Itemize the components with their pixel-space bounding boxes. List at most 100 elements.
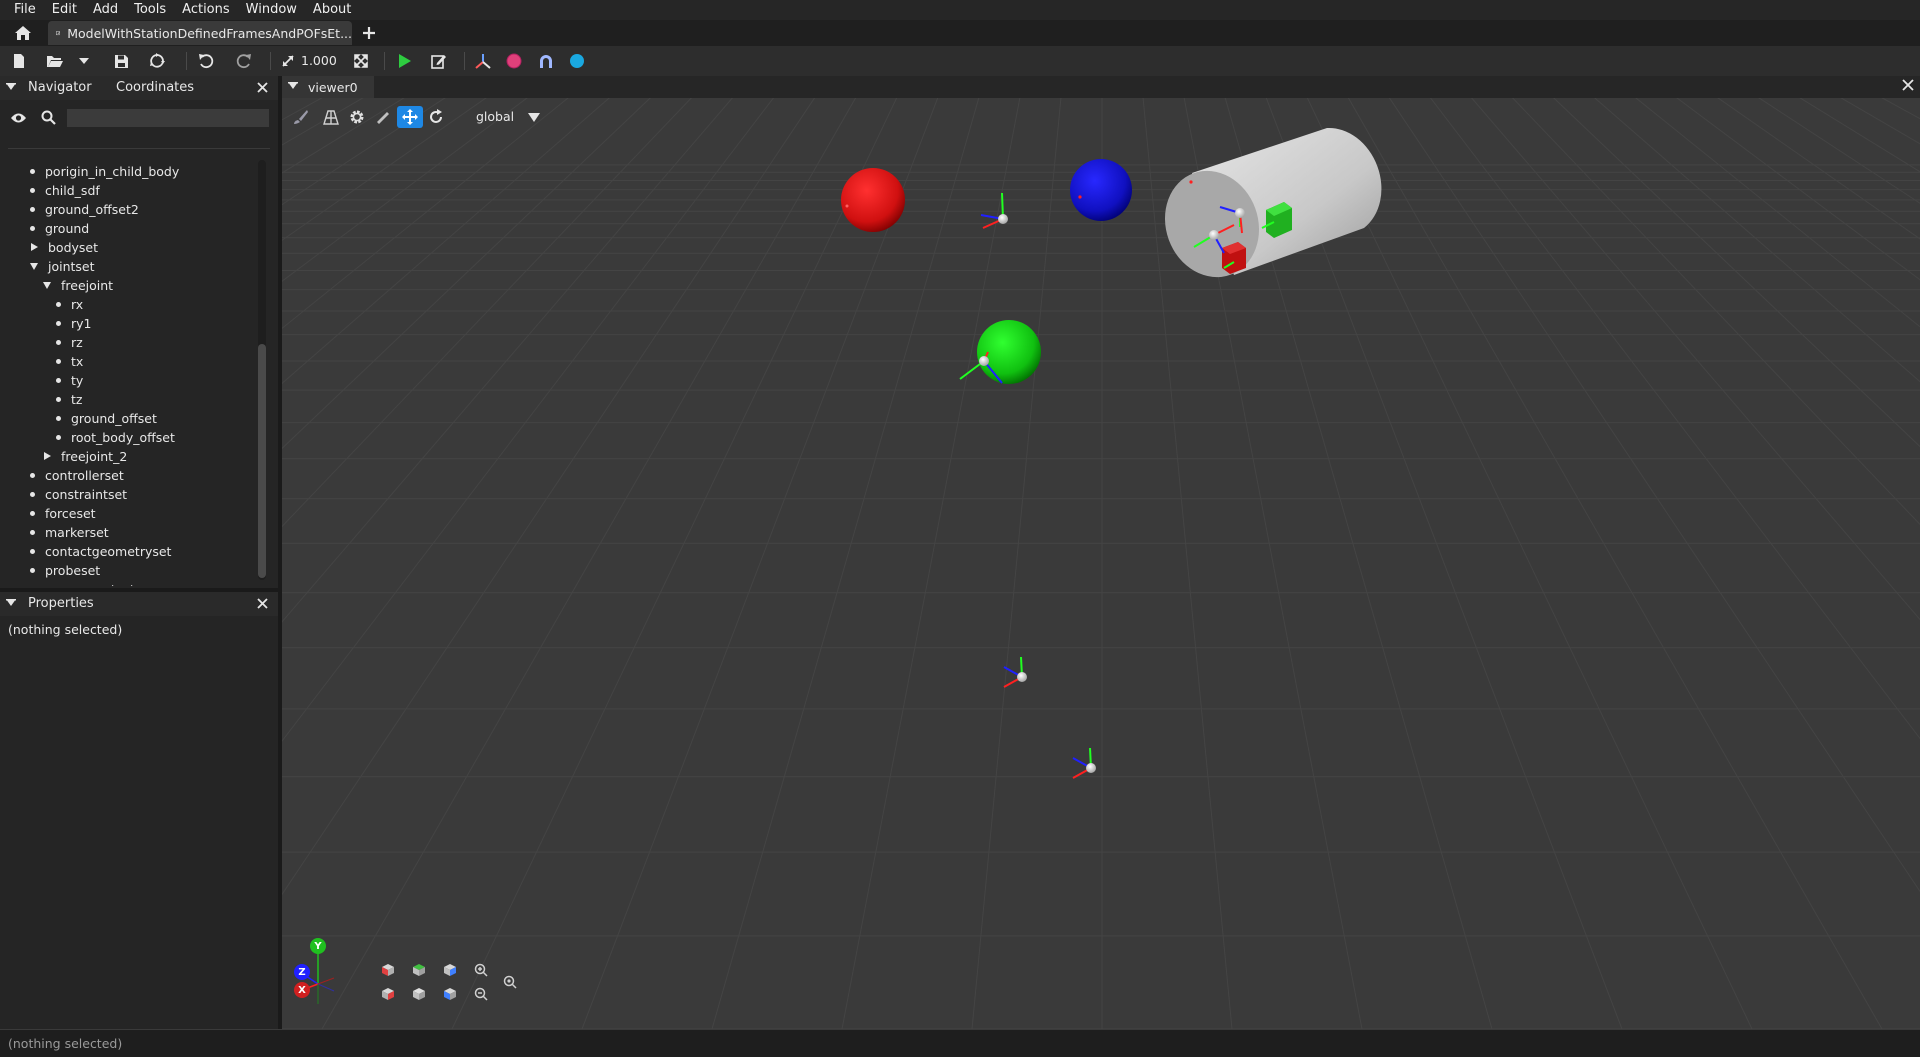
home-tab[interactable] — [6, 21, 40, 45]
tab-navigator[interactable]: Navigator — [28, 80, 92, 95]
tab-coordinates[interactable]: Coordinates — [116, 80, 194, 95]
grid-perspective-icon — [323, 110, 339, 125]
menu-about[interactable]: About — [305, 0, 359, 20]
tree-item[interactable]: ry1 — [56, 314, 92, 332]
manipulator-frame-label[interactable]: global — [476, 109, 514, 124]
marker-dot — [1189, 180, 1193, 184]
view-plus-y-button[interactable] — [409, 960, 429, 980]
tree-item[interactable]: freejoint — [43, 276, 113, 294]
tree-item[interactable]: ground_offset2 — [30, 200, 139, 218]
add-tab-button[interactable] — [358, 23, 380, 43]
tree-item[interactable]: componentset — [30, 580, 135, 587]
view-plus-z-button[interactable] — [440, 960, 460, 980]
tree-item[interactable]: bodyset — [30, 238, 98, 256]
menu-file[interactable]: File — [6, 0, 44, 20]
viewer-tab[interactable]: viewer0 — [282, 76, 374, 98]
navigator-search-input[interactable] — [67, 109, 269, 127]
axes-gizmo[interactable]: Y Z X — [294, 938, 344, 1008]
panel-menu-icon[interactable] — [6, 83, 16, 93]
save-button[interactable] — [110, 51, 132, 71]
tree-item[interactable]: contactgeometryset — [30, 542, 171, 560]
caret-right-icon[interactable] — [31, 243, 38, 251]
autoscale-button[interactable] — [350, 51, 372, 71]
tree-item[interactable]: rz — [56, 333, 83, 351]
edit-sim-settings-button[interactable] — [428, 51, 450, 71]
tree-item[interactable]: probeset — [30, 561, 100, 579]
tree-item[interactable]: controllerset — [30, 466, 124, 484]
menu-edit[interactable]: Edit — [44, 0, 85, 20]
tree-item[interactable]: rx — [56, 295, 83, 313]
caret-right-icon[interactable] — [44, 452, 51, 460]
tree-item[interactable]: child_sdf — [30, 181, 100, 199]
autofocus-button[interactable] — [500, 972, 520, 992]
tree-item[interactable]: ground_offset — [56, 409, 157, 427]
menu-tools[interactable]: Tools — [126, 0, 174, 20]
tree-item[interactable]: porigin_in_child_body — [30, 162, 179, 180]
caret-down-icon[interactable] — [43, 281, 51, 289]
manipulator-frame-dropdown[interactable] — [525, 106, 543, 128]
axis-z-handle[interactable]: Z — [294, 964, 310, 980]
frame-origin — [998, 214, 1008, 224]
add-frame-button[interactable] — [472, 51, 494, 71]
scene-options-button[interactable] — [318, 106, 344, 128]
menu-add[interactable]: Add — [85, 0, 126, 20]
view-minus-y-button[interactable] — [409, 984, 429, 1004]
tree-item[interactable]: tx — [56, 352, 83, 370]
simulate-button[interactable] — [394, 51, 416, 71]
eye-icon[interactable] — [10, 112, 27, 124]
view-minus-x-button[interactable] — [378, 984, 398, 1004]
tree-item[interactable]: ty — [56, 371, 83, 389]
open-file-button[interactable] — [44, 51, 66, 71]
new-file-button[interactable] — [8, 51, 30, 71]
panel-menu-icon[interactable] — [6, 599, 16, 609]
translate-manipulator-button[interactable] — [397, 106, 423, 128]
circle-icon — [570, 54, 584, 68]
tree-item[interactable]: freejoint_2 — [43, 447, 127, 465]
undo-button[interactable] — [195, 51, 217, 71]
tree-item-label: markerset — [45, 524, 109, 540]
green-sphere — [977, 320, 1041, 384]
measure-button[interactable] — [370, 106, 396, 128]
scale-factor-value[interactable]: 1.000 — [301, 53, 337, 68]
tree-item[interactable]: forceset — [30, 504, 96, 522]
view-plus-x-button[interactable] — [378, 960, 398, 980]
view-minus-z-button[interactable] — [440, 984, 460, 1004]
open-recent-dropdown[interactable] — [76, 51, 92, 71]
tree-item[interactable]: markerset — [30, 523, 109, 541]
tree-item-label: porigin_in_child_body — [45, 163, 180, 179]
axes-frame-icon — [475, 54, 491, 69]
zoom-out-button[interactable] — [471, 984, 491, 1004]
tree-item[interactable]: constraintset — [30, 485, 127, 503]
caret-down-icon[interactable] — [30, 262, 38, 270]
frame-origin — [1086, 763, 1096, 773]
3d-viewport[interactable]: global Y Z X — [282, 98, 1920, 1029]
menu-actions[interactable]: Actions — [174, 0, 238, 20]
add-contact-geometry-button[interactable] — [566, 51, 588, 71]
settings-button[interactable] — [344, 106, 370, 128]
navigator-close-button[interactable] — [254, 79, 270, 95]
tree-item[interactable]: ground — [30, 219, 89, 237]
scene-canvas[interactable] — [282, 98, 1920, 1029]
edit-icon — [431, 55, 446, 69]
document-tab[interactable]: ModelWithStationDefinedFramesAndPOFsEt..… — [48, 21, 352, 45]
chevron-down-icon — [528, 112, 540, 122]
add-body-button[interactable] — [503, 51, 525, 71]
rotate-manipulator-button[interactable] — [423, 106, 449, 128]
menu-window[interactable]: Window — [238, 0, 305, 20]
properties-close-button[interactable] — [254, 595, 270, 611]
navigator-scrollbar-thumb[interactable] — [258, 344, 266, 578]
scale-factor-button[interactable] — [277, 51, 299, 71]
tree-item[interactable]: jointset — [30, 257, 95, 275]
axis-x-handle[interactable]: X — [294, 982, 310, 998]
zoom-in-button[interactable] — [471, 960, 491, 980]
add-joint-button[interactable] — [535, 51, 557, 71]
tree-item[interactable]: root_body_offset — [56, 428, 175, 446]
viewer-close-button[interactable] — [1902, 79, 1914, 91]
redo-button[interactable] — [233, 51, 255, 71]
axis-y-handle[interactable]: Y — [310, 938, 326, 954]
reload-button[interactable] — [146, 51, 168, 71]
tree-item[interactable]: tz — [56, 390, 82, 408]
render-options-button[interactable] — [288, 106, 314, 128]
paint-brush-icon — [294, 110, 308, 124]
tree-item-label: probeset — [45, 562, 101, 578]
